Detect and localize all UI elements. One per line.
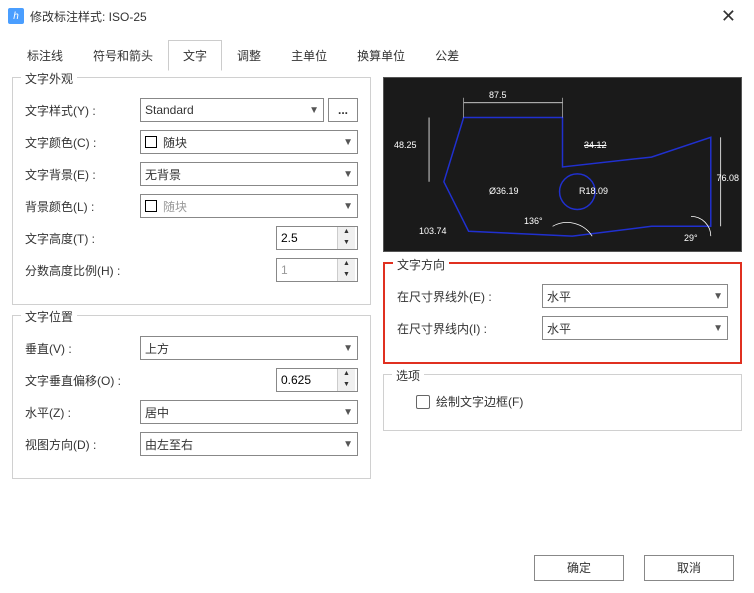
chevron-down-icon: ▼ — [343, 201, 353, 212]
frac-height-spinner: ▲▼ — [276, 258, 358, 282]
spin-down-icon[interactable]: ▼ — [338, 380, 355, 391]
tab-fit[interactable]: 调整 — [222, 40, 276, 71]
text-style-select[interactable]: Standard ▼ — [140, 98, 324, 122]
group-title-options: 选项 — [392, 367, 424, 384]
bg-color-select: 随块 ▼ — [140, 194, 358, 218]
outside-label: 在尺寸界线外(E) : — [397, 288, 542, 305]
inside-select[interactable]: 水平 ▼ — [542, 316, 728, 340]
horiz-label: 水平(Z) : — [25, 404, 140, 421]
chevron-down-icon: ▼ — [343, 439, 353, 450]
dim-label: 103.74 — [419, 226, 447, 236]
spin-up-icon: ▲ — [338, 259, 355, 270]
horizontal-select[interactable]: 居中 ▼ — [140, 400, 358, 424]
chevron-down-icon: ▼ — [309, 105, 319, 116]
close-button[interactable]: ✕ — [711, 2, 746, 31]
spin-up-icon[interactable]: ▲ — [338, 227, 355, 238]
group-title-direction: 文字方向 — [393, 256, 449, 273]
frame-label: 绘制文字边框(F) — [436, 393, 523, 410]
chevron-down-icon: ▼ — [343, 343, 353, 354]
frac-height-input — [277, 259, 337, 281]
spin-down-icon[interactable]: ▼ — [338, 238, 355, 249]
spin-down-icon: ▼ — [338, 270, 355, 281]
height-label: 文字高度(T) : — [25, 230, 140, 247]
group-title-position: 文字位置 — [21, 308, 77, 325]
vert-label: 垂直(V) : — [25, 340, 140, 357]
app-icon: h — [8, 8, 24, 24]
color-swatch-icon — [145, 136, 157, 148]
dim-label: 48.25 — [394, 140, 417, 150]
group-appearance: 文字外观 文字样式(Y) : Standard ▼ ... 文字颜色(C) : … — [12, 77, 371, 305]
group-position: 文字位置 垂直(V) : 上方 ▼ 文字垂直偏移(O) : ▲▼ — [12, 315, 371, 479]
tab-tolerance[interactable]: 公差 — [420, 40, 474, 71]
outside-select[interactable]: 水平 ▼ — [542, 284, 728, 308]
frac-label: 分数高度比例(H) : — [25, 262, 140, 279]
cancel-button[interactable]: 取消 — [644, 555, 734, 581]
chevron-down-icon: ▼ — [713, 291, 723, 302]
chevron-down-icon: ▼ — [343, 137, 353, 148]
titlebar: h 修改标注样式: ISO-25 ✕ — [0, 0, 754, 32]
tab-alternate[interactable]: 换算单位 — [342, 40, 420, 71]
offset-input[interactable] — [277, 369, 337, 391]
frame-checkbox[interactable] — [416, 395, 430, 409]
viewdir-label: 视图方向(D) : — [25, 436, 140, 453]
dim-label: R18.09 — [579, 186, 608, 196]
tab-symbols[interactable]: 符号和箭头 — [78, 40, 168, 71]
tab-text[interactable]: 文字 — [168, 40, 222, 71]
dim-label: 34.12 — [584, 140, 607, 150]
vertical-select[interactable]: 上方 ▼ — [140, 336, 358, 360]
style-browse-button[interactable]: ... — [328, 98, 358, 122]
dim-label: 87.5 — [489, 90, 507, 100]
tab-strip: 标注线 符号和箭头 文字 调整 主单位 换算单位 公差 — [0, 32, 754, 71]
dim-label: 136° — [524, 216, 543, 226]
text-height-input[interactable] — [277, 227, 337, 249]
text-height-spinner[interactable]: ▲▼ — [276, 226, 358, 250]
chevron-down-icon: ▼ — [343, 169, 353, 180]
dim-label: Ø36.19 — [489, 186, 519, 196]
group-options: 选项 绘制文字边框(F) — [383, 374, 742, 431]
ok-button[interactable]: 确定 — [534, 555, 624, 581]
color-swatch-icon — [145, 200, 157, 212]
window-title: 修改标注样式: ISO-25 — [30, 8, 147, 25]
chevron-down-icon: ▼ — [713, 323, 723, 334]
text-color-select[interactable]: 随块 ▼ — [140, 130, 358, 154]
offset-spinner[interactable]: ▲▼ — [276, 368, 358, 392]
dim-label: 29° — [684, 233, 698, 243]
style-label: 文字样式(Y) : — [25, 102, 140, 119]
bgcolor-label: 背景颜色(L) : — [25, 198, 140, 215]
group-title-appearance: 文字外观 — [21, 70, 77, 87]
text-bg-select[interactable]: 无背景 ▼ — [140, 162, 358, 186]
dim-label: 76.08 — [716, 173, 739, 183]
color-label: 文字颜色(C) : — [25, 134, 140, 151]
group-direction: 文字方向 在尺寸界线外(E) : 水平 ▼ 在尺寸界线内(I) : 水平 ▼ — [383, 262, 742, 364]
viewdir-select[interactable]: 由左至右 ▼ — [140, 432, 358, 456]
inside-label: 在尺寸界线内(I) : — [397, 320, 542, 337]
chevron-down-icon: ▼ — [343, 407, 353, 418]
tab-primary[interactable]: 主单位 — [276, 40, 342, 71]
tab-dimline[interactable]: 标注线 — [12, 40, 78, 71]
bg-label: 文字背景(E) : — [25, 166, 140, 183]
offset-label: 文字垂直偏移(O) : — [25, 372, 140, 389]
spin-up-icon[interactable]: ▲ — [338, 369, 355, 380]
preview-pane: 87.5 48.25 34.12 76.08 Ø36.19 R18.09 103… — [383, 77, 742, 252]
